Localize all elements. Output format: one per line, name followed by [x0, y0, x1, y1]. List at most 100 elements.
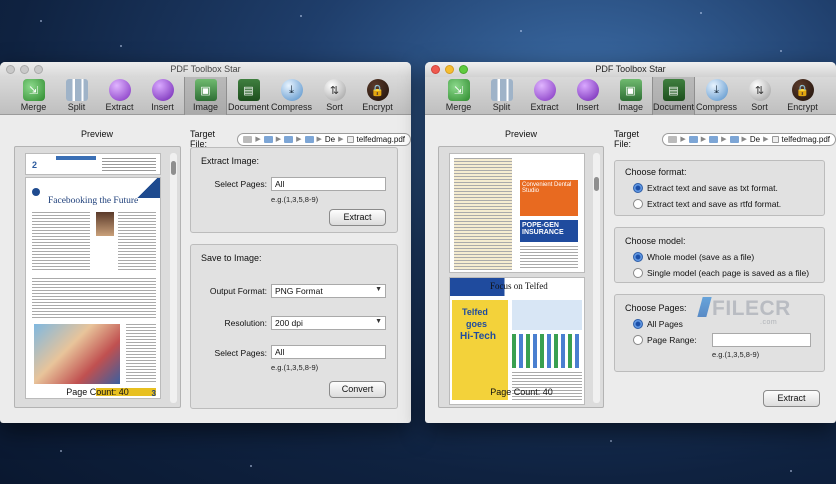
tool-label: Insert: [151, 102, 174, 112]
radio-button[interactable]: [633, 183, 643, 193]
page-range-input[interactable]: [712, 333, 811, 347]
radio-button[interactable]: [633, 268, 643, 278]
extract-button[interactable]: Extract: [763, 390, 820, 407]
preview-pane[interactable]: Convenient Dental Studio POPE-GEN INSURA…: [438, 146, 604, 408]
format-option[interactable]: Extract text and save as rtfd format.: [633, 199, 781, 209]
convert-button[interactable]: Convert: [329, 381, 386, 398]
article-photo: [34, 324, 120, 384]
resolution-value: 200 dpi: [275, 318, 303, 328]
tool-label: Sort: [326, 102, 343, 112]
panel-title: Choose Pages:: [625, 303, 687, 313]
minimize-button[interactable]: [445, 65, 454, 74]
tool-split[interactable]: Split: [55, 77, 98, 115]
tool-insert[interactable]: Insert: [141, 77, 184, 115]
target-file-name: telfedmag.pdf: [356, 134, 405, 144]
tool-compress[interactable]: ⤓ Compress: [695, 77, 738, 115]
titlebar[interactable]: PDF Toolbox Star: [425, 62, 836, 77]
tool-image[interactable]: ▣ Image: [609, 77, 652, 115]
folder-icon: [729, 135, 739, 143]
zoom-button[interactable]: [34, 65, 43, 74]
option-label: Page Range:: [647, 335, 697, 345]
star: [250, 465, 252, 467]
tool-merge[interactable]: ⇲ Merge: [437, 77, 480, 115]
model-option[interactable]: Single model (each page is saved as a fi…: [633, 268, 809, 278]
chevron-right-icon: ▶: [316, 136, 322, 143]
tool-compress[interactable]: ⤓ Compress: [270, 77, 313, 115]
panel-title: Choose format:: [625, 167, 687, 177]
left-window: PDF Toolbox Star ⇲ Merge Split Extract In…: [0, 62, 411, 423]
star: [780, 50, 782, 52]
preview-page: 2: [25, 153, 161, 175]
pages-hint: e.g.(1,3,5,8-9): [712, 350, 760, 359]
close-button[interactable]: [431, 65, 440, 74]
output-format-select[interactable]: PNG Format ▼: [271, 284, 386, 298]
select-pages-input[interactable]: [271, 345, 386, 359]
image-icon: ▣: [619, 79, 642, 101]
ad-block: Convenient Dental Studio: [520, 180, 578, 216]
path-control[interactable]: ▶ ▶ ▶ ▶ De ▶ telfedmag.pdf: [237, 132, 411, 146]
tool-encrypt[interactable]: 🔒 Encrypt: [356, 77, 399, 115]
scroll-thumb[interactable]: [171, 161, 176, 175]
chevron-right-icon: ▶: [700, 136, 707, 143]
window-title: PDF Toolbox Star: [595, 64, 666, 74]
text-column: [520, 246, 578, 270]
window-controls: [6, 65, 43, 74]
target-file-row: Target File: ▶ ▶ ▶ ▶ De ▶ telfedmag.pdf: [614, 129, 836, 149]
minimize-button[interactable]: [20, 65, 29, 74]
tool-document[interactable]: ▤ Document: [227, 77, 270, 115]
preview-pane[interactable]: 2 Facebooking the Future 3: [14, 146, 181, 408]
radio-button[interactable]: [633, 252, 643, 262]
scroll-thumb[interactable]: [594, 177, 599, 191]
tool-encrypt[interactable]: 🔒 Encrypt: [781, 77, 824, 115]
chevron-right-icon: ▶: [296, 136, 302, 143]
disk-icon: [668, 135, 678, 143]
zoom-button[interactable]: [459, 65, 468, 74]
text-column: [102, 158, 156, 172]
split-icon: [490, 79, 513, 101]
option-label: Whole model (save as a file): [647, 252, 755, 262]
tool-document[interactable]: ▤ Document: [652, 77, 695, 115]
preview-label: Preview: [504, 129, 537, 139]
tool-extract[interactable]: Extract: [98, 77, 141, 115]
star: [520, 30, 522, 32]
path-control[interactable]: ▶ ▶ ▶ ▶ De ▶ telfedmag.pdf: [662, 132, 836, 146]
corner-decoration: [134, 178, 160, 198]
tool-split[interactable]: Split: [480, 77, 523, 115]
preview-label: Preview: [80, 129, 113, 139]
tool-sort[interactable]: ⇅ Sort: [313, 77, 356, 115]
page-range-option[interactable]: Page Range:: [633, 335, 697, 345]
radio-button[interactable]: [633, 199, 643, 209]
tool-label: Split: [492, 102, 511, 112]
radio-button[interactable]: [633, 319, 643, 329]
choose-model-panel: Choose model: Whole model (save as a fil…: [614, 227, 825, 283]
resolution-label: Resolution:: [224, 318, 267, 328]
select-pages-input[interactable]: [271, 177, 386, 191]
option-label: All Pages: [647, 319, 683, 329]
close-button[interactable]: [6, 65, 15, 74]
format-option[interactable]: Extract text and save as txt format.: [633, 183, 778, 193]
tool-insert[interactable]: Insert: [566, 77, 609, 115]
dropdown-arrow-icon: ▼: [375, 286, 382, 293]
radio-button[interactable]: [633, 335, 643, 345]
titlebar[interactable]: PDF Toolbox Star: [0, 62, 411, 77]
tool-sort[interactable]: ⇅ Sort: [738, 77, 781, 115]
scrollbar[interactable]: [593, 153, 600, 403]
tool-merge[interactable]: ⇲ Merge: [12, 77, 55, 115]
insert-icon: [151, 79, 174, 101]
extract-button[interactable]: Extract: [329, 209, 386, 226]
extract-icon: [108, 79, 131, 101]
compress-icon: ⤓: [705, 79, 728, 101]
target-file-name: telfedmag.pdf: [781, 134, 830, 144]
all-pages-option[interactable]: All Pages: [633, 319, 683, 329]
page-count: Page Count: 40: [66, 387, 129, 397]
article-headline: Focus on Telfed: [490, 281, 548, 291]
model-option[interactable]: Whole model (save as a file): [633, 252, 754, 262]
chevron-right-icon: ▶: [721, 136, 727, 143]
tool-image[interactable]: ▣ Image: [184, 77, 227, 115]
tool-extract[interactable]: Extract: [523, 77, 566, 115]
image-icon: ▣: [194, 79, 217, 101]
resolution-select[interactable]: 200 dpi ▼: [271, 316, 386, 330]
scrollbar[interactable]: [170, 153, 177, 403]
tool-label: Encrypt: [362, 102, 393, 112]
panel-title: Save to Image:: [201, 253, 262, 263]
